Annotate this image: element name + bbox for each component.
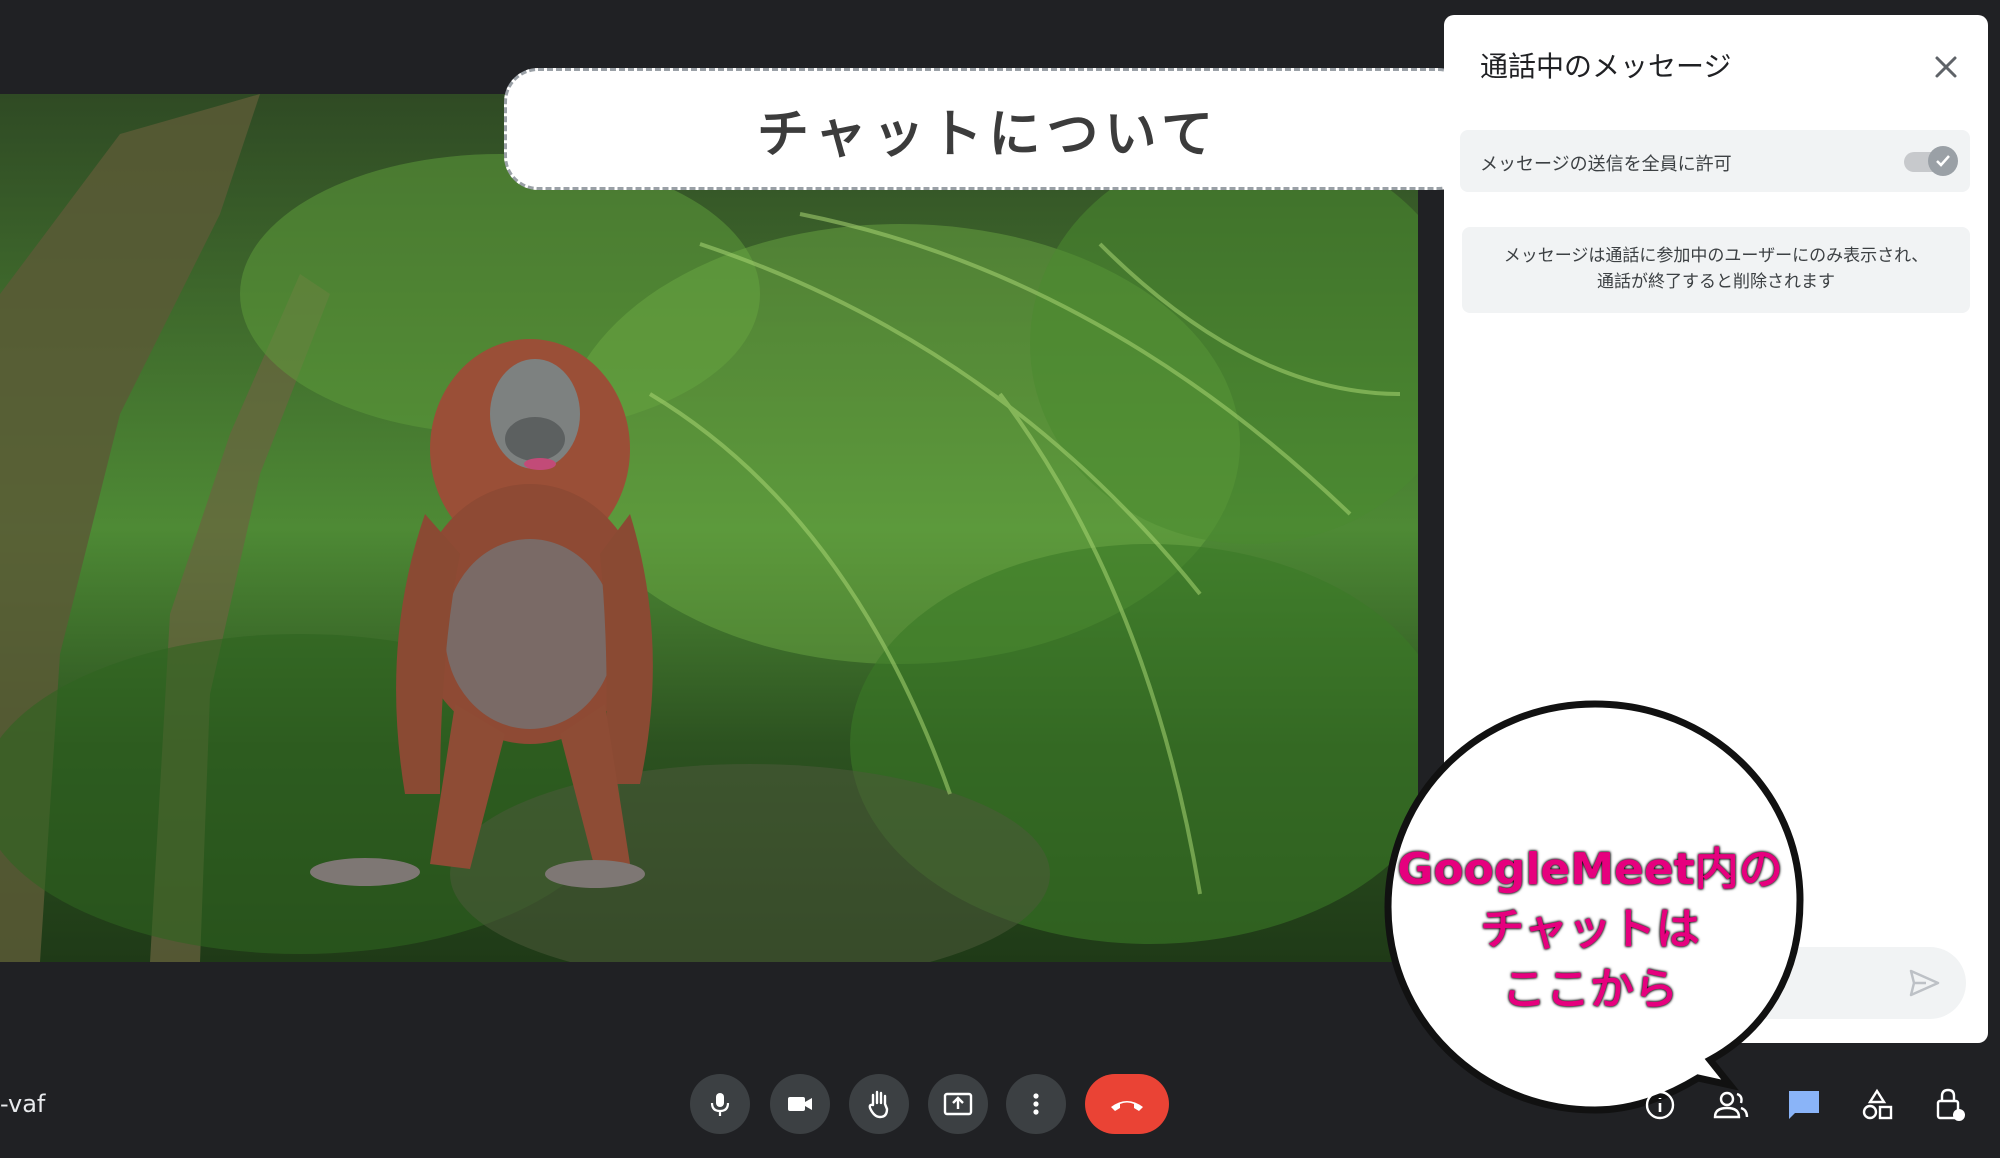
activities-button[interactable] [1857, 1085, 1897, 1125]
callout-text: GoogleMeet内の チャットは ここから [1390, 840, 1790, 1020]
microphone-button[interactable] [690, 1074, 750, 1134]
end-call-button[interactable] [1085, 1074, 1169, 1134]
more-options-icon [1033, 1093, 1039, 1115]
people-icon [1713, 1091, 1749, 1119]
microphone-icon [710, 1093, 730, 1116]
camera-button[interactable] [770, 1074, 830, 1134]
host-controls-icon [1936, 1088, 1965, 1121]
jungle-background-image [0, 94, 1418, 962]
send-button[interactable] [1906, 965, 1942, 1001]
chat-button[interactable] [1784, 1085, 1824, 1125]
camera-icon [788, 1097, 812, 1111]
more-options-button[interactable] [1006, 1074, 1066, 1134]
people-button[interactable] [1711, 1085, 1751, 1125]
info-button[interactable] [1640, 1085, 1680, 1125]
meeting-code: -vaf [0, 1090, 46, 1118]
check-icon [1936, 155, 1950, 167]
end-call-icon [1111, 1101, 1143, 1111]
participant-video [0, 94, 1418, 962]
caption-banner: チャットについて [504, 68, 1472, 190]
chat-icon [1789, 1091, 1819, 1119]
raise-hand-button[interactable] [849, 1074, 909, 1134]
host-controls-button[interactable] [1930, 1085, 1970, 1125]
activities-icon [1862, 1088, 1893, 1120]
toggle-knob [1928, 146, 1958, 176]
info-line-1: メッセージは通話に参加中のユーザーにのみ表示され、 [1503, 246, 1929, 266]
banner-title: チャットについて [757, 103, 1219, 165]
allow-messages-row: メッセージの送信を全員に許可 [1460, 130, 1970, 192]
callout-line-2: チャットは [1479, 903, 1702, 957]
chat-info-box: メッセージは通話に参加中のユーザーにのみ表示され、 通話が終了すると削除されます [1462, 227, 1970, 313]
close-button[interactable] [1928, 49, 1964, 85]
callout-line-3: ここから [1501, 963, 1680, 1017]
raise-hand-icon [868, 1090, 889, 1119]
chat-panel-title: 通話中のメッセージ [1480, 50, 1732, 83]
close-icon [1935, 56, 1957, 78]
info-line-2: 通話が終了すると削除されます [1597, 272, 1835, 292]
present-screen-icon [943, 1092, 973, 1116]
allow-messages-label: メッセージの送信を全員に許可 [1480, 154, 1732, 175]
send-icon [1909, 969, 1940, 997]
allow-messages-toggle[interactable] [1900, 146, 1958, 176]
info-icon [1645, 1090, 1675, 1120]
callout-line-1: GoogleMeet内の [1396, 843, 1785, 897]
present-screen-button[interactable] [928, 1074, 988, 1134]
